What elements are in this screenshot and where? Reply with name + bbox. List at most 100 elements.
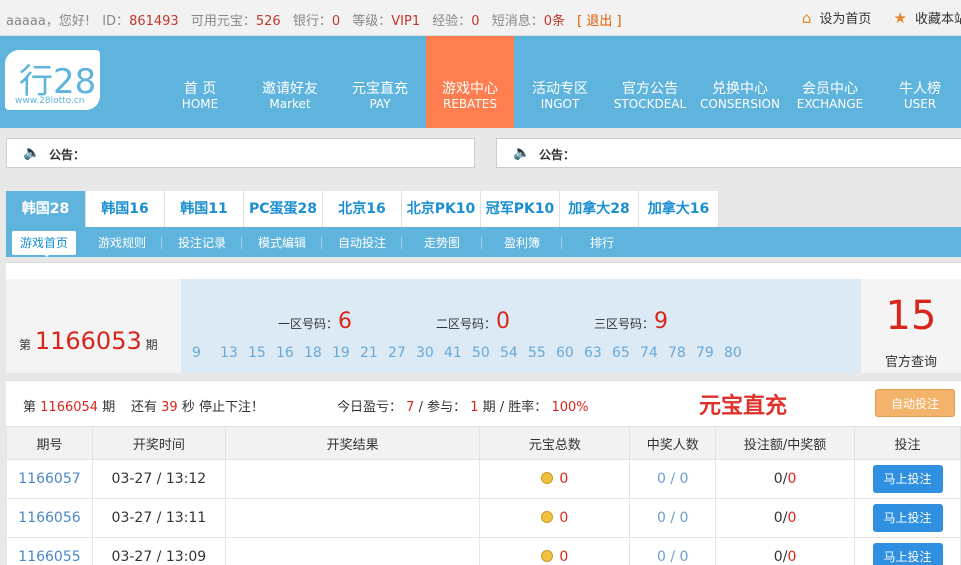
divider bbox=[561, 237, 562, 249]
active-tab-caret bbox=[41, 251, 53, 257]
current-period: 第 1166053 期 bbox=[19, 327, 158, 355]
game-tab-canada28[interactable]: 加拿大28 bbox=[560, 191, 639, 227]
sub-tab-label: 盈利簿 bbox=[503, 236, 540, 250]
sub-tab-label: 排行 bbox=[589, 236, 614, 250]
game-tab-pcdd28[interactable]: PC蛋蛋28 bbox=[244, 191, 323, 227]
nav-label-cn: 官方公告 bbox=[622, 81, 678, 97]
zone-value: 6 bbox=[338, 309, 353, 334]
period-suffix: 期 bbox=[145, 338, 158, 352]
bet-now-button[interactable]: 马上投注 bbox=[872, 504, 943, 532]
nav-member-center[interactable]: 会员中心 EXCHANGE bbox=[786, 36, 874, 128]
top-links: ⌂ 设为首页 ★ 收藏本站 bbox=[802, 8, 961, 27]
nav-leaderboard[interactable]: 牛人榜 USER bbox=[876, 36, 961, 128]
row-total-value: 0 bbox=[559, 471, 569, 487]
result-cell: 15 官方查询 bbox=[861, 279, 961, 373]
drawn-number: 9 bbox=[192, 345, 201, 361]
auto-bet-button[interactable]: 自动投注 bbox=[875, 389, 955, 417]
nav-activity[interactable]: 活动专区 INGOT bbox=[516, 36, 604, 128]
game-tab-korea11[interactable]: 韩国11 bbox=[165, 191, 244, 227]
recharge-link[interactable]: 元宝直充 bbox=[699, 388, 787, 420]
sub-tab-auto-bet[interactable]: 自动投注 bbox=[330, 231, 402, 255]
top-bar: aaaaa，您好! ID：861493 可用元宝：526 银行：0 等级：VIP… bbox=[0, 0, 961, 36]
bet-now-button[interactable]: 马上投注 bbox=[872, 465, 943, 493]
nav-label-en: INGOT bbox=[540, 97, 580, 111]
row-period[interactable]: 1166055 bbox=[6, 537, 93, 565]
profit-label: 今日盈亏： bbox=[337, 400, 403, 415]
nav-invite[interactable]: 邀请好友 Market bbox=[246, 36, 334, 128]
game-tab-beijing16[interactable]: 北京16 bbox=[323, 191, 402, 227]
game-tab-champion-pk10[interactable]: 冠军PK10 bbox=[481, 191, 560, 227]
nav-home[interactable]: 首 页 HOME bbox=[156, 36, 244, 128]
nav-exchange[interactable]: 兑换中心 CONSERSION bbox=[696, 36, 784, 128]
row-period[interactable]: 1166056 bbox=[6, 498, 93, 538]
nav-announcements[interactable]: 官方公告 STOCKDEAL bbox=[606, 36, 694, 128]
coin-icon bbox=[541, 511, 554, 523]
row-time: 03-27 / 13:12 bbox=[91, 459, 226, 499]
daily-stats: 今日盈亏： 7 / 参与： 1 期 / 胜率： 100% bbox=[337, 396, 589, 415]
row-bet-value: 0 bbox=[773, 549, 783, 565]
sub-tab-trend-chart[interactable]: 走势图 bbox=[410, 231, 482, 255]
nav-label-cn: 元宝直充 bbox=[352, 81, 408, 97]
logout-link[interactable]: [ 退出 ] bbox=[577, 14, 621, 29]
row-time: 03-27 / 13:11 bbox=[91, 498, 226, 538]
row-win-value: 0 bbox=[787, 510, 797, 526]
drawn-number: 55 bbox=[528, 345, 546, 361]
game-tab-beijing-pk10[interactable]: 北京PK10 bbox=[402, 191, 481, 227]
favorite-link[interactable]: ★ 收藏本站 bbox=[894, 8, 961, 27]
nav-pay[interactable]: 元宝直充 PAY bbox=[336, 36, 424, 128]
drawn-number: 15 bbox=[248, 345, 266, 361]
draw-history-table: 期号 开奖时间 开奖结果 元宝总数 中奖人数 投注额/中奖额 投注 116605… bbox=[6, 426, 961, 565]
sub-tab-bet-records[interactable]: 投注记录 bbox=[170, 231, 242, 255]
nav-label-en: STOCKDEAL bbox=[613, 97, 687, 111]
row-period[interactable]: 1166057 bbox=[6, 459, 93, 499]
nav-label-en: PAY bbox=[369, 97, 391, 111]
zone-label: 三区号码： bbox=[594, 317, 655, 331]
game-tab-korea28[interactable]: 韩国28 bbox=[6, 191, 86, 227]
speaker-icon: 🔈 bbox=[23, 145, 41, 161]
game-tab-korea16[interactable]: 韩国16 bbox=[86, 191, 165, 227]
next-period-word: 期 bbox=[102, 400, 116, 415]
notice-bar-right: 🔈 公告： bbox=[496, 138, 961, 168]
join-label: / 参与： bbox=[418, 400, 467, 415]
divider bbox=[481, 237, 482, 249]
user-id: 861493 bbox=[129, 14, 179, 29]
countdown-seconds: 39 bbox=[161, 400, 178, 415]
countdown-prefix: 还有 bbox=[131, 400, 158, 415]
nav-label-cn: 首 页 bbox=[183, 81, 217, 97]
set-home-label: 设为首页 bbox=[819, 12, 872, 27]
divider bbox=[161, 237, 162, 249]
speaker-icon: 🔈 bbox=[513, 145, 531, 161]
user-info: aaaaa，您好! ID：861493 可用元宝：526 银行：0 等级：VIP… bbox=[6, 10, 622, 29]
notice-label: 公告： bbox=[49, 148, 86, 162]
sub-tab-rules[interactable]: 游戏规则 bbox=[90, 231, 162, 255]
row-result bbox=[224, 498, 481, 538]
id-label: ID： bbox=[102, 14, 130, 29]
star-icon: ★ bbox=[893, 9, 907, 27]
period-prefix: 第 bbox=[19, 338, 32, 352]
username: aaaaa bbox=[6, 14, 46, 29]
col-header-period: 期号 bbox=[6, 426, 93, 460]
sub-tabs: 游戏首页 游戏规则 投注记录 模式编辑 自动投注 走势图 盈利簿 排行 bbox=[6, 227, 961, 257]
row-total: 0 bbox=[479, 537, 631, 565]
msg-value[interactable]: 0条 bbox=[544, 14, 565, 29]
sub-tab-profit-book[interactable]: 盈利簿 bbox=[490, 231, 562, 255]
nav-label-cn: 活动专区 bbox=[532, 81, 588, 97]
bet-now-button[interactable]: 马上投注 bbox=[872, 543, 943, 565]
msg-label: 短消息： bbox=[491, 14, 544, 29]
drawn-number: 16 bbox=[276, 345, 294, 361]
row-bet-win: 0/0 bbox=[715, 537, 855, 565]
nav-game-center[interactable]: 游戏中心 REBATES bbox=[426, 36, 514, 128]
notice-bar-left: 🔈 公告： bbox=[6, 138, 475, 168]
game-tab-canada16[interactable]: 加拿大16 bbox=[639, 191, 719, 227]
bank-label: 银行： bbox=[292, 14, 332, 29]
divider bbox=[401, 237, 402, 249]
sub-tab-mode-edit[interactable]: 模式编辑 bbox=[250, 231, 322, 255]
official-query-link[interactable]: 官方查询 bbox=[861, 351, 961, 370]
home-icon: ⌂ bbox=[801, 9, 812, 27]
set-home-link[interactable]: ⌂ 设为首页 bbox=[802, 8, 872, 27]
site-logo[interactable]: 行28 www.28lotto.cn bbox=[5, 50, 100, 110]
drawn-number: 54 bbox=[500, 345, 518, 361]
sub-tab-ranking[interactable]: 排行 bbox=[570, 231, 634, 255]
col-header-result: 开奖结果 bbox=[224, 426, 481, 460]
period-number: 1166053 bbox=[34, 327, 142, 355]
